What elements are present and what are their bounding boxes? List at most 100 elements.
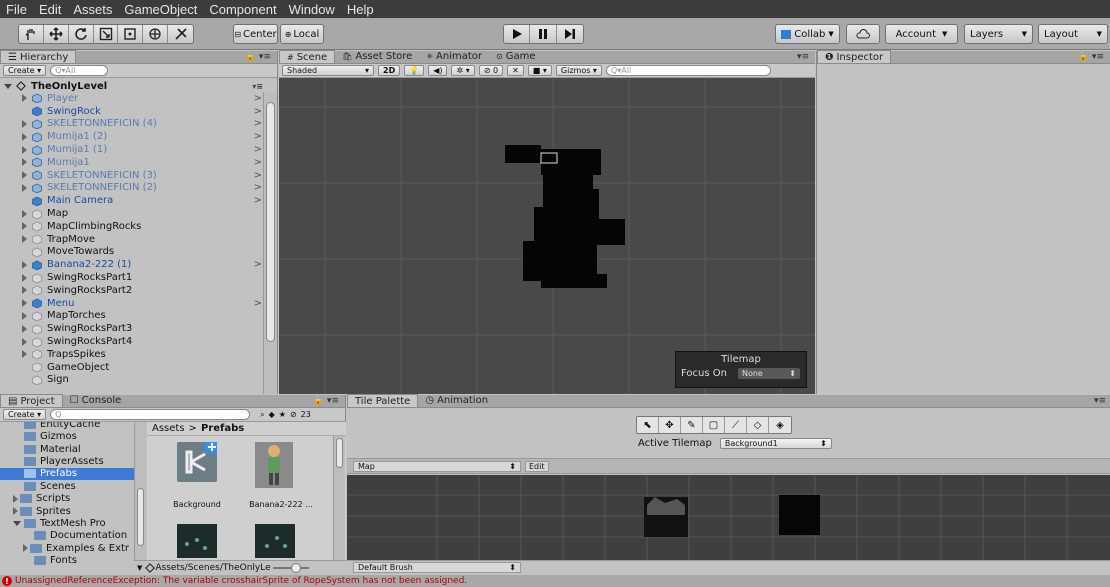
expand-arrow-icon[interactable] bbox=[22, 324, 27, 333]
tab-project[interactable]: ▤ Project bbox=[0, 394, 63, 407]
box-fill-tool-icon[interactable]: ▢ bbox=[703, 417, 725, 433]
scrollbar-thumb[interactable] bbox=[336, 438, 343, 468]
transform-tool-icon[interactable] bbox=[143, 25, 169, 43]
hierarchy-item[interactable]: SKELETONNEFICIN (4) > bbox=[22, 118, 262, 131]
edit-palette-button[interactable]: Edit bbox=[525, 460, 549, 472]
camera-icon[interactable]: ■ ▾ bbox=[527, 65, 552, 76]
tab-game[interactable]: ⊙ Game bbox=[489, 50, 542, 63]
expand-arrow-icon[interactable] bbox=[22, 222, 27, 231]
expand-arrow-icon[interactable] bbox=[22, 171, 27, 180]
expand-arrow-icon[interactable] bbox=[13, 494, 18, 503]
menu-item-file[interactable]: File bbox=[0, 2, 33, 17]
hierarchy-item[interactable]: Sign bbox=[22, 374, 262, 387]
lighting-icon[interactable]: 💡 bbox=[404, 65, 425, 76]
folder-item[interactable]: Gizmos bbox=[0, 430, 134, 443]
panel-menu-icon[interactable]: ▾≡ bbox=[1094, 396, 1106, 406]
layout-dropdown[interactable]: Layout ▼ bbox=[1038, 24, 1108, 44]
scrollbar-thumb[interactable] bbox=[137, 488, 144, 546]
hierarchy-search-input[interactable]: Q▾All bbox=[50, 65, 109, 76]
tab-asset-store[interactable]: 🛍 Asset Store bbox=[335, 50, 419, 63]
open-prefab-icon[interactable]: > bbox=[254, 131, 262, 142]
tab-console[interactable]: ☐ Console bbox=[63, 394, 129, 407]
open-prefab-icon[interactable]: > bbox=[254, 144, 262, 155]
breadcrumb-assets[interactable]: Assets bbox=[152, 423, 185, 434]
expand-arrow-icon[interactable] bbox=[22, 337, 27, 346]
folder-item[interactable]: Documentation bbox=[0, 530, 134, 543]
folder-item[interactable]: Scripts bbox=[0, 492, 134, 505]
picker-tool-icon[interactable]: ⟋ bbox=[725, 417, 747, 433]
menu-item-help[interactable]: Help bbox=[341, 2, 380, 17]
tab-animation[interactable]: ◷ Animation bbox=[418, 394, 495, 407]
hierarchy-item[interactable]: SKELETONNEFICIN (2) > bbox=[22, 182, 262, 195]
status-bar[interactable]: ! UnassignedReferenceException: The vari… bbox=[0, 575, 1110, 587]
create-button[interactable]: Create ▾ bbox=[3, 65, 47, 76]
pivot-center-button[interactable]: ⊟ Center bbox=[233, 24, 278, 44]
expand-arrow-icon[interactable] bbox=[13, 507, 18, 516]
panel-menu-icon[interactable]: 🔒 ▾≡ bbox=[1078, 52, 1104, 62]
hierarchy-item[interactable]: TrapMove bbox=[22, 233, 262, 246]
eraser-tool-icon[interactable]: ◇ bbox=[747, 417, 769, 433]
select-tool-icon[interactable]: ⬉ bbox=[637, 417, 659, 433]
open-prefab-icon[interactable]: > bbox=[254, 118, 262, 129]
expand-arrow-icon[interactable] bbox=[22, 299, 27, 308]
pause-icon[interactable] bbox=[530, 25, 557, 43]
tab-scene[interactable]: # Scene bbox=[279, 50, 336, 63]
folder-item[interactable]: PlayerAssets bbox=[0, 455, 134, 468]
menu-item-window[interactable]: Window bbox=[283, 2, 341, 17]
hierarchy-item[interactable]: GameObject bbox=[22, 361, 262, 374]
expand-arrow-icon[interactable] bbox=[22, 158, 27, 167]
layers-dropdown[interactable]: Layers ▼ bbox=[964, 24, 1033, 44]
palette-grid[interactable] bbox=[347, 475, 1110, 560]
audio-icon[interactable]: ◀) bbox=[428, 65, 448, 76]
folder-item[interactable]: Material bbox=[0, 443, 134, 456]
expand-arrow-icon[interactable] bbox=[22, 119, 27, 128]
scene-viewport[interactable] bbox=[279, 79, 815, 394]
expand-arrow-icon[interactable] bbox=[22, 350, 27, 359]
hierarchy-item[interactable]: SwingRocksPart1 bbox=[22, 271, 262, 284]
expand-arrow-icon[interactable] bbox=[13, 521, 21, 527]
toggle-2d-button[interactable]: 2D bbox=[378, 65, 401, 76]
hierarchy-item[interactable]: SwingRocksPart2 bbox=[22, 284, 262, 297]
expand-arrow-icon[interactable] bbox=[22, 94, 27, 103]
expand-arrow-icon[interactable] bbox=[23, 544, 28, 553]
chevron-down-icon[interactable]: ▼ bbox=[137, 564, 142, 572]
palette-dropdown[interactable]: Map ⬍ bbox=[353, 460, 521, 472]
hierarchy-item[interactable]: SwingRock > bbox=[22, 105, 262, 118]
open-prefab-icon[interactable]: > bbox=[254, 298, 262, 309]
brush-tool-icon[interactable]: ✎ bbox=[681, 417, 703, 433]
expand-arrow-icon[interactable] bbox=[4, 83, 12, 89]
step-icon[interactable] bbox=[556, 25, 583, 43]
shading-dropdown[interactable]: Shaded ▾ bbox=[282, 65, 374, 76]
hierarchy-item[interactable]: MoveTowards bbox=[22, 246, 262, 259]
palette-tile-1[interactable] bbox=[644, 497, 688, 537]
panel-menu-icon[interactable]: 🔒 ▾≡ bbox=[245, 52, 271, 62]
hierarchy-item[interactable]: SKELETONNEFICIN (3) > bbox=[22, 169, 262, 182]
hierarchy-item[interactable]: Menu > bbox=[22, 297, 262, 310]
folder-item[interactable]: Fonts bbox=[0, 554, 134, 567]
open-prefab-icon[interactable]: > bbox=[254, 106, 262, 117]
fill-tool-icon[interactable]: ◈ bbox=[769, 417, 791, 433]
move-tool-icon[interactable]: ✥ bbox=[659, 417, 681, 433]
hierarchy-item[interactable]: Main Camera > bbox=[22, 194, 262, 207]
hidden-count-button[interactable]: ⊘ 0 bbox=[478, 65, 504, 76]
expand-arrow-icon[interactable] bbox=[22, 132, 27, 141]
hierarchy-item[interactable]: Mumija1 (2) > bbox=[22, 130, 262, 143]
menu-item-edit[interactable]: Edit bbox=[33, 2, 67, 17]
asset-thumbnail-banana[interactable] bbox=[255, 442, 293, 488]
rect-tool-icon[interactable] bbox=[118, 25, 144, 43]
active-tilemap-dropdown[interactable]: Background1 ⬍ bbox=[719, 438, 832, 449]
asset-thumbnail-4[interactable] bbox=[255, 524, 295, 558]
folder-item[interactable]: Sprites bbox=[0, 505, 134, 518]
move-tool-icon[interactable] bbox=[43, 25, 69, 43]
folder-scrollbar[interactable] bbox=[134, 422, 146, 574]
open-prefab-icon[interactable]: > bbox=[254, 259, 262, 270]
expand-arrow-icon[interactable] bbox=[22, 286, 27, 295]
scrollbar-thumb[interactable] bbox=[266, 102, 275, 342]
menu-item-assets[interactable]: Assets bbox=[67, 2, 118, 17]
hierarchy-item[interactable]: Mumija1 > bbox=[22, 156, 262, 169]
favorite-icon[interactable]: ★ bbox=[279, 410, 286, 419]
project-search-input[interactable]: Q bbox=[50, 409, 251, 420]
collab-button[interactable]: Collab ▼ bbox=[775, 24, 840, 44]
filter-type-icon[interactable]: ⌕ bbox=[260, 410, 264, 420]
hierarchy-item[interactable]: MapTorches bbox=[22, 310, 262, 323]
